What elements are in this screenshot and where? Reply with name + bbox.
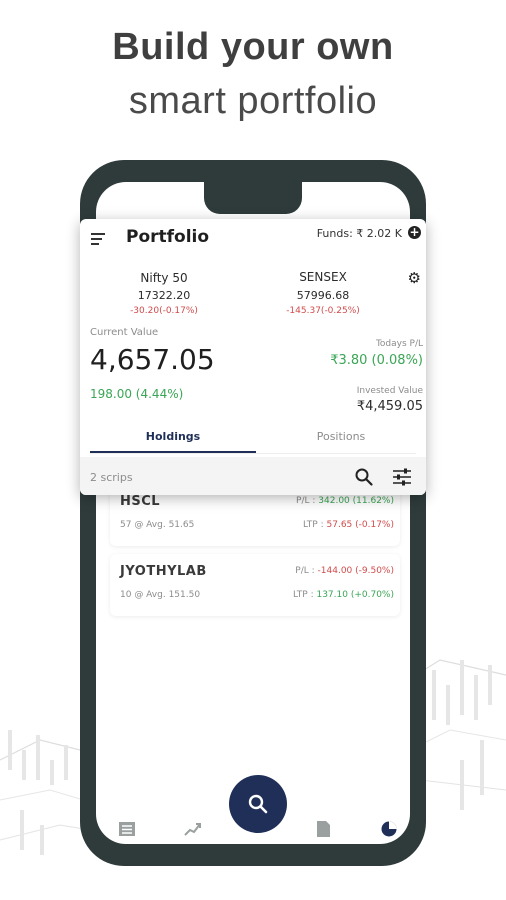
holding-ltp-value: 57.65 (-0.17%) [326,520,395,530]
todays-pl-label: Todays P/L [375,339,423,349]
overall-gain: 198.00 (4.44%) [90,387,184,401]
holding-pl: P/L : 342.00 (11.62%) [296,496,394,506]
gear-icon[interactable]: ⚙ [408,269,421,287]
invested-value: ₹4,459.05 [356,399,423,414]
tab-active-indicator [90,451,256,453]
index-name-sensex: SENSEX [299,270,347,284]
page-title: Portfolio [126,227,210,247]
trend-icon[interactable] [184,820,202,838]
holding-pl: P/L : -144.00 (-9.50%) [295,566,394,576]
search-icon[interactable] [354,467,374,487]
holding-pl-label: P/L : [296,496,316,506]
filter-icon[interactable] [392,468,412,486]
list-icon[interactable] [118,820,136,838]
pie-chart-icon[interactable] [380,820,398,838]
index-value-sensex: 57996.68 [296,289,350,302]
tab-holdings[interactable]: Holdings [88,430,258,443]
todays-pl-value: ₹3.80 (0.08%) [330,353,423,368]
current-value: 4,657.05 [90,343,215,376]
scrips-count: 2 scrips [90,471,133,484]
menu-icon[interactable] [91,233,105,245]
funds-label[interactable]: Funds: ₹ 2.02 K [317,227,402,240]
holding-qty-avg: 57 @ Avg. 51.65 [120,520,195,530]
index-change-nifty: -30.20(-0.17%) [130,306,198,316]
phone-notch [204,182,302,214]
holding-pl-value: -144.00 (-9.50%) [317,566,394,576]
current-value-label: Current Value [90,327,159,338]
holding-ltp-label: LTP : [303,520,324,530]
holding-ltp: LTP : 57.65 (-0.17%) [303,520,394,530]
headline-subtitle: smart portfolio [128,80,378,122]
holding-pl-value: 342.00 (11.62%) [318,496,394,506]
tab-divider [90,453,416,454]
index-value-nifty: 17322.20 [137,289,191,302]
portfolio-card: Portfolio Funds: ₹ 2.02 K + Nifty 50 173… [80,219,426,495]
holding-name: HSCL [120,494,161,509]
index-change-sensex: -145.37(-0.25%) [286,306,360,316]
plus-circle-icon[interactable]: + [408,226,421,239]
holding-qty-avg: 10 @ Avg. 151.50 [120,590,201,600]
document-icon[interactable] [314,820,332,838]
index-name-nifty: Nifty 50 [140,271,188,285]
holding-name: JYOTHYLAB [120,564,207,579]
invested-value-label: Invested Value [356,386,423,396]
search-fab-button[interactable] [229,775,287,833]
headline-title: Build your own [112,26,394,68]
holding-row-jyothylab[interactable]: JYOTHYLAB 10 @ Avg. 151.50 P/L : -144.00… [110,554,400,616]
holding-pl-label: P/L : [295,566,315,576]
tab-positions[interactable]: Positions [256,430,426,443]
holding-ltp-label: LTP : [293,590,314,600]
holding-ltp: LTP : 137.10 (+0.70%) [293,590,394,600]
holding-ltp-value: 137.10 (+0.70%) [316,590,394,600]
search-icon [248,794,268,814]
